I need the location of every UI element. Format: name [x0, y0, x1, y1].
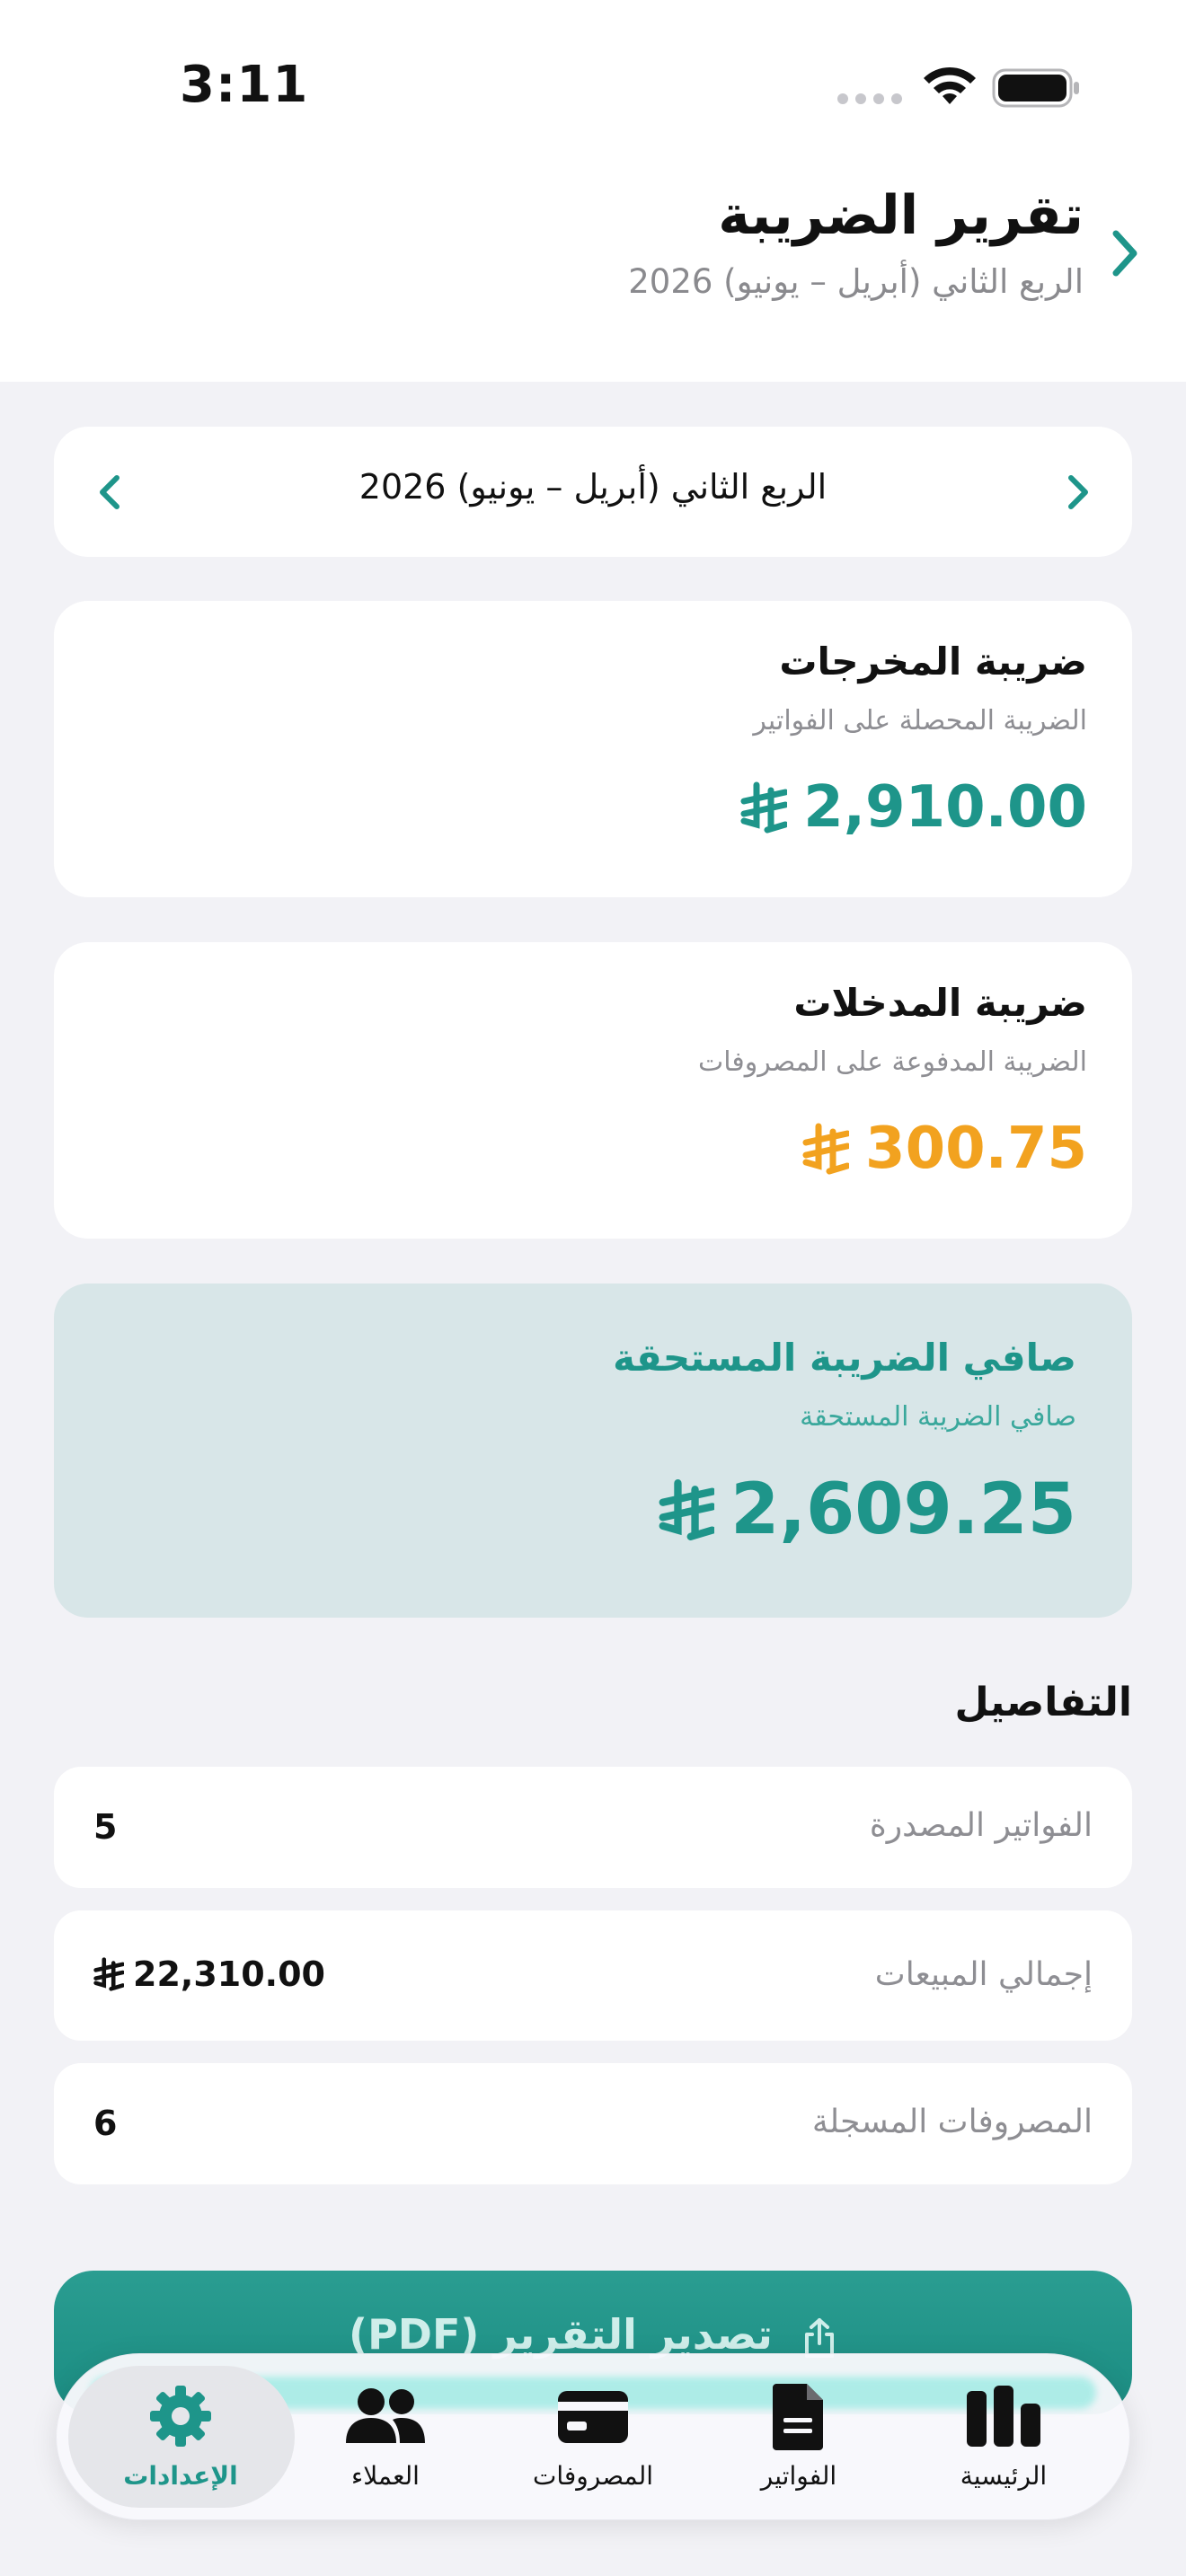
riyal-icon — [659, 1479, 715, 1540]
net-tax-title: صافي الضريبة المستحقة — [613, 1336, 1076, 1380]
recorded-expenses-label: المصروفات المسجلة — [811, 2104, 1093, 2140]
tab-invoices[interactable]: الفواتير — [695, 2382, 902, 2517]
export-pdf-button-content[interactable]: تصدير التقرير (PDF) — [0, 2310, 1186, 2360]
tab-invoices-label: الفواتير — [760, 2461, 837, 2491]
total-sales-value: 22,310.00 — [93, 1954, 325, 1994]
quarter-label: الربع الثاني (أبريل – يونيو) 2026 — [358, 467, 828, 507]
input-tax-title: ضريبة المدخلات — [793, 981, 1087, 1025]
output-tax-subtitle: الضريبة المحصلة على الفواتير — [753, 705, 1087, 737]
input-tax-amount: 300.75 — [802, 1116, 1087, 1182]
recorded-expenses-value: 6 — [93, 2104, 118, 2143]
details-title: التفاصيل — [954, 1680, 1132, 1725]
document-icon — [773, 2384, 823, 2450]
tab-settings-label: الإعدادات — [123, 2461, 238, 2491]
riyal-icon — [93, 1957, 124, 1991]
output-tax-amount: 2,910.00 — [740, 774, 1087, 841]
net-tax-amount: 2,609.25 — [659, 1469, 1076, 1550]
issued-invoices-value: 5 — [93, 1807, 118, 1847]
chart-bars-icon — [967, 2386, 1040, 2447]
wifi-icon — [924, 66, 976, 104]
gear-icon — [150, 2386, 211, 2447]
tab-clients-label: العملاء — [351, 2461, 420, 2491]
credit-card-icon — [558, 2391, 628, 2443]
input-tax-subtitle: الضريبة المدفوعة على المصروفات — [698, 1046, 1087, 1078]
tab-expenses-label: المصروفات — [532, 2461, 654, 2491]
tab-clients[interactable]: العملاء — [282, 2382, 489, 2517]
tab-expenses[interactable]: المصروفات — [490, 2382, 696, 2517]
tab-settings[interactable]: الإعدادات — [77, 2382, 284, 2517]
total-sales-label: إجمالي المبيعات — [874, 1956, 1093, 1993]
tab-home[interactable]: الرئيسية — [900, 2382, 1107, 2517]
export-pdf-label: تصدير التقرير (PDF) — [349, 2310, 773, 2359]
battery-icon — [992, 68, 1079, 108]
output-tax-title: ضريبة المخرجات — [779, 640, 1087, 684]
riyal-icon — [740, 781, 788, 834]
output-tax-value: 2,910.00 — [803, 774, 1087, 841]
status-icons — [837, 61, 1080, 115]
net-tax-subtitle: صافي الضريبة المستحقة — [800, 1401, 1076, 1433]
page-subtitle: الربع الثاني (أبريل – يونيو) 2026 — [628, 262, 1084, 301]
total-sales-amount: 22,310.00 — [133, 1954, 325, 1994]
page-title: تقرير الضريبة — [718, 184, 1084, 247]
issued-invoices-label: الفواتير المصدرة — [869, 1807, 1093, 1844]
signal-dots-icon — [837, 93, 902, 104]
next-quarter-chevron-icon[interactable] — [93, 471, 126, 514]
back-chevron-icon[interactable] — [1107, 226, 1143, 280]
people-icon — [346, 2388, 425, 2443]
status-time: 3:11 — [180, 56, 309, 114]
net-tax-value: 2,609.25 — [730, 1469, 1076, 1550]
tab-home-label: الرئيسية — [960, 2461, 1048, 2491]
input-tax-value: 300.75 — [865, 1116, 1087, 1182]
net-tax-card — [54, 1284, 1132, 1618]
riyal-icon — [802, 1123, 850, 1175]
